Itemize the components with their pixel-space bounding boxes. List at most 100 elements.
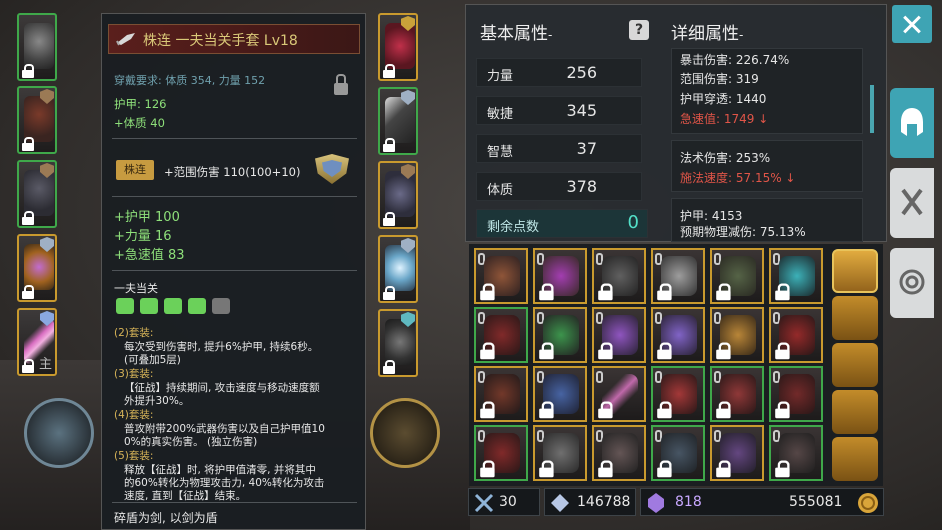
set-name: 一夫当关: [114, 282, 158, 295]
inventory-slot[interactable]: [533, 366, 587, 422]
lock-icon: [715, 460, 732, 478]
currency-gems-value: 146788: [577, 494, 631, 510]
chest-icon[interactable]: [832, 296, 878, 340]
skill-button-right[interactable]: [370, 398, 440, 468]
divider: [112, 502, 357, 503]
detail-box-magic: 法术伤害: 253% 施法速度: 57.15% ↓: [671, 140, 863, 192]
lock-icon: [21, 359, 35, 373]
offhand-item-icon: [385, 319, 415, 365]
inventory-slot[interactable]: [710, 425, 764, 481]
currency-gold-value: 555081: [789, 494, 843, 510]
chest-icon[interactable]: [832, 437, 878, 481]
stat-value: 345: [566, 101, 597, 120]
equip-slot-armor[interactable]: [17, 86, 57, 154]
divider: [112, 270, 357, 271]
inventory-slot[interactable]: [474, 425, 528, 481]
detail-attributes-header[interactable]: 详细属性-: [671, 19, 743, 44]
lock-icon: [479, 401, 496, 419]
inventory-slot[interactable]: [710, 366, 764, 422]
inventory-slot[interactable]: [651, 248, 705, 304]
gloves-item-icon: [385, 97, 415, 143]
set-bonus-4-line: 0%的真实伤害。 (独立伤害): [124, 436, 258, 448]
armor-item-icon: [24, 96, 54, 142]
base-stat-constitution: +体质 40: [114, 116, 165, 130]
inventory-slot[interactable]: [651, 366, 705, 422]
equip-slot-necklace[interactable]: [378, 13, 418, 81]
inventory-slot[interactable]: [651, 307, 705, 363]
currency-swords-value: 30: [499, 494, 517, 510]
equip-slot-ring-2[interactable]: [378, 235, 418, 303]
inventory-slot[interactable]: [710, 248, 764, 304]
tab-settings[interactable]: [890, 248, 934, 318]
basic-attributes-header[interactable]: 基本属性-: [480, 19, 552, 44]
set-bonus-4-header: (4)套装:: [114, 409, 154, 421]
equip-slot-main-weapon[interactable]: 主: [17, 308, 57, 376]
tab-skills[interactable]: [890, 168, 934, 238]
lock-icon: [382, 138, 396, 152]
equip-slot-cloak[interactable]: [17, 160, 57, 228]
detail-line: 护甲穿透: 1440: [680, 92, 767, 106]
lock-icon: [21, 211, 35, 225]
lock-icon: [656, 342, 673, 360]
set-bonus-3-line: 外提升30%。: [124, 395, 190, 407]
stat-value: 256: [566, 63, 597, 82]
inventory-slot[interactable]: [769, 307, 823, 363]
inventory-slot[interactable]: [474, 307, 528, 363]
stat-value: 37: [576, 139, 597, 158]
lock-icon: [597, 283, 614, 301]
inventory-slot[interactable]: [592, 307, 646, 363]
inventory-slot[interactable]: [533, 307, 587, 363]
lock-icon: [538, 342, 555, 360]
currency-crystals-value: 818: [675, 494, 702, 510]
inventory-grid: [469, 244, 883, 486]
lock-icon: [21, 64, 35, 78]
close-icon[interactable]: [892, 5, 932, 43]
ring-item-icon: [24, 244, 54, 290]
chest-icon[interactable]: [832, 249, 878, 293]
equip-slot-offhand[interactable]: [378, 309, 418, 377]
inventory-slot[interactable]: [533, 425, 587, 481]
inventory-slot[interactable]: [710, 307, 764, 363]
item-requirement: 穿戴要求: 体质 354, 力量 152: [114, 74, 266, 87]
set-locked-piece-icon: [212, 298, 230, 314]
detail-scrollbar[interactable]: [870, 85, 874, 133]
stat-row-strength: 力量 256: [476, 58, 642, 87]
inventory-slot[interactable]: [769, 366, 823, 422]
set-helmet-icon: [116, 298, 134, 314]
lock-icon: [479, 460, 496, 478]
item-flavor-text: 碎盾为剑, 以剑为盾: [114, 511, 218, 525]
lock-icon: [715, 401, 732, 419]
lock-icon: [538, 401, 555, 419]
detail-box-defense: 护甲: 4153 预期物理减伤: 75.13%: [671, 198, 863, 242]
inventory-slot[interactable]: [769, 248, 823, 304]
equip-slot-boots[interactable]: [378, 161, 418, 229]
necklace-item-icon: [385, 23, 415, 69]
equip-slot-helmet[interactable]: [17, 13, 57, 81]
detail-attributes-title: 详细属性: [671, 24, 739, 44]
equip-slot-gloves[interactable]: [378, 87, 418, 155]
tab-equipment[interactable]: [890, 88, 934, 158]
inventory-slot[interactable]: [592, 248, 646, 304]
equip-slot-ring[interactable]: [17, 234, 57, 302]
lock-icon: [715, 342, 732, 360]
crossed-swords-icon: [901, 188, 923, 216]
currency-swords: 30: [468, 488, 540, 516]
lock-toggle-icon[interactable]: [334, 74, 348, 96]
inventory-slot[interactable]: [651, 425, 705, 481]
inventory-slot[interactable]: [592, 366, 646, 422]
lock-icon: [656, 401, 673, 419]
lock-icon: [597, 342, 614, 360]
chest-icon[interactable]: [832, 343, 878, 387]
inventory-slot[interactable]: [592, 425, 646, 481]
divider: [112, 196, 357, 197]
chest-icon[interactable]: [832, 390, 878, 434]
lock-icon: [21, 137, 35, 151]
inventory-slot[interactable]: [474, 366, 528, 422]
help-icon[interactable]: ?: [629, 20, 649, 40]
gold-coin-icon: [858, 493, 878, 513]
inventory-slot[interactable]: [474, 248, 528, 304]
inventory-slot[interactable]: [769, 425, 823, 481]
inventory-slot[interactable]: [533, 248, 587, 304]
bonus-stat-haste: +急速值 83: [114, 248, 185, 263]
skill-button-left[interactable]: [24, 398, 94, 468]
